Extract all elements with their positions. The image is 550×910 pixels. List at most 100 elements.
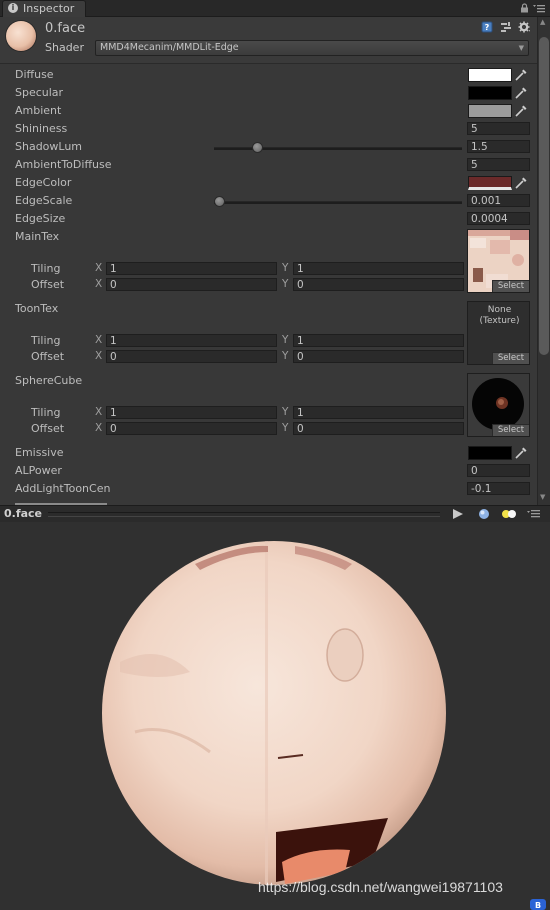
toontex-none-text: None (487, 305, 512, 315)
maintex-label: MainTex (15, 230, 60, 243)
eyedropper-icon[interactable] (514, 176, 528, 190)
toontex-tiling-y[interactable]: 1 (293, 334, 464, 347)
maintex-select-button[interactable]: Select (492, 280, 529, 292)
material-header: 0.face Shader MMD4Mecanim/MMDLit-Edge ▼ … (0, 17, 537, 64)
preview-drag-handle[interactable] (48, 512, 440, 517)
preview-menu-icon[interactable] (527, 509, 541, 519)
eyedropper-icon[interactable] (514, 446, 528, 460)
tab-title: Inspector (23, 2, 75, 15)
menu-icon[interactable] (533, 4, 545, 13)
y-axis-label: Y (282, 278, 289, 290)
maintex-tiling-x[interactable]: 1 (106, 262, 277, 275)
spherecube-tiling-y[interactable]: 1 (293, 406, 464, 419)
ambienttodiffuse-label: AmbientToDiffuse (15, 158, 112, 171)
scroll-thumb[interactable] (539, 37, 549, 355)
preview-toolbar: 0.face (0, 505, 550, 523)
emissive-color-swatch[interactable] (468, 446, 512, 460)
spherecube-offset-x[interactable]: 0 (106, 422, 277, 435)
corner-badge-icon: B (530, 899, 546, 910)
watermark-text: https://blog.csdn.net/wangwei19871103 (258, 879, 503, 895)
shader-dropdown[interactable]: MMD4Mecanim/MMDLit-Edge ▼ (95, 40, 529, 56)
specular-label: Specular (15, 86, 64, 99)
toontex-texture-slot[interactable]: None (Texture) Select (467, 301, 530, 365)
shadowlum-slider-knob[interactable] (252, 142, 264, 153)
edgecolor-color-swatch[interactable] (468, 176, 512, 190)
x-axis-label: X (95, 278, 103, 290)
ambient-color-swatch[interactable] (468, 104, 512, 118)
specular-color-swatch[interactable] (468, 86, 512, 100)
scroll-down-icon[interactable]: ▼ (540, 493, 545, 501)
spherecube-offset-y[interactable]: 0 (293, 422, 464, 435)
sphere-mesh-icon[interactable] (478, 508, 490, 520)
x-axis-label: X (95, 350, 103, 362)
maintex-tiling-y[interactable]: 1 (293, 262, 464, 275)
edgescale-slider-knob[interactable] (214, 196, 225, 207)
y-axis-label: Y (282, 262, 289, 274)
tab-inspector[interactable]: i Inspector (2, 0, 86, 17)
material-preview-viewport[interactable] (0, 522, 550, 910)
maintex-offset-y[interactable]: 0 (293, 278, 464, 291)
preview-sphere (102, 541, 446, 885)
edgecolor-label: EdgeColor (15, 176, 72, 189)
y-axis-label: Y (282, 406, 289, 418)
play-icon[interactable] (451, 508, 465, 520)
edgescale-label: EdgeScale (15, 194, 73, 207)
preset-icon[interactable] (500, 21, 512, 33)
svg-text:B: B (535, 901, 541, 910)
material-thumbnail (6, 21, 36, 51)
spherecube-tiling-label: Tiling (31, 406, 61, 419)
toontex-offset-label: Offset (31, 350, 65, 363)
gear-icon[interactable] (518, 21, 530, 33)
spherecube-tiling-x[interactable]: 1 (106, 406, 277, 419)
edgescale-field[interactable]: 0.001 (467, 194, 530, 207)
shininess-label: Shininess (15, 122, 68, 135)
light-toggle-icon[interactable] (501, 508, 517, 520)
tab-bar: i Inspector (0, 0, 550, 17)
diffuse-label: Diffuse (15, 68, 54, 81)
maintex-tiling-label: Tiling (31, 262, 61, 275)
toontex-offset-x[interactable]: 0 (106, 350, 277, 363)
spherecube-offset-label: Offset (31, 422, 65, 435)
ambient-label: Ambient (15, 104, 62, 117)
y-axis-label: Y (282, 350, 289, 362)
maintex-texture-slot[interactable]: Select (467, 229, 530, 293)
edgesize-label: EdgeSize (15, 212, 66, 225)
y-axis-label: Y (282, 422, 289, 434)
addlighttooncen-label: AddLightToonCen (15, 482, 111, 495)
emissive-label: Emissive (15, 446, 64, 459)
maintex-offset-x[interactable]: 0 (106, 278, 277, 291)
shader-value: MMD4Mecanim/MMDLit-Edge (100, 42, 239, 53)
addlighttooncen-field[interactable]: -0.1 (467, 482, 530, 495)
ambienttodiffuse-field[interactable]: 5 (467, 158, 530, 171)
spherecube-texture-slot[interactable]: Select (467, 373, 530, 437)
alpower-field[interactable]: 0 (467, 464, 530, 477)
diffuse-color-swatch[interactable] (468, 68, 512, 82)
shader-label: Shader (45, 41, 84, 54)
inspector-scrollbar[interactable]: ▲ ▼ (537, 17, 550, 505)
x-axis-label: X (95, 334, 103, 346)
scroll-up-icon[interactable]: ▲ (540, 18, 545, 26)
toontex-select-button[interactable]: Select (492, 352, 529, 364)
shininess-field[interactable]: 5 (467, 122, 530, 135)
toontex-tiling-x[interactable]: 1 (106, 334, 277, 347)
shadowlum-label: ShadowLum (15, 140, 83, 153)
eyedropper-icon[interactable] (514, 86, 528, 100)
spherecube-label: SphereCube (15, 374, 83, 387)
edgesize-field[interactable]: 0.0004 (467, 212, 530, 225)
toontex-label: ToonTex (15, 302, 59, 315)
y-axis-label: Y (282, 334, 289, 346)
help-book-icon[interactable]: ? (481, 21, 493, 33)
edgescale-slider-track[interactable] (214, 201, 462, 204)
toontex-tiling-label: Tiling (31, 334, 61, 347)
shadowlum-field[interactable]: 1.5 (467, 140, 530, 153)
lock-icon[interactable] (520, 3, 529, 13)
x-axis-label: X (95, 422, 103, 434)
toontex-offset-y[interactable]: 0 (293, 350, 464, 363)
eyedropper-icon[interactable] (514, 104, 528, 118)
spherecube-select-button[interactable]: Select (492, 424, 529, 436)
eyedropper-icon[interactable] (514, 68, 528, 82)
preview-title: 0.face (4, 507, 43, 520)
chevron-down-icon: ▼ (518, 44, 524, 52)
svg-text:?: ? (485, 23, 490, 32)
maintex-offset-label: Offset (31, 278, 65, 291)
